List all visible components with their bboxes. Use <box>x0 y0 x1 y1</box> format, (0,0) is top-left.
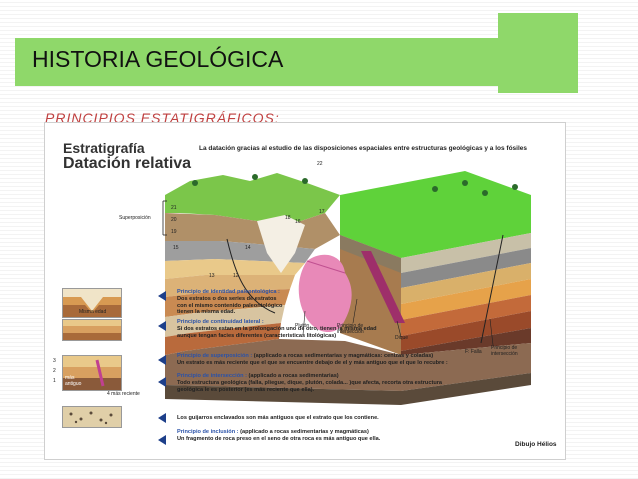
layer-number: 12 <box>233 273 239 279</box>
layer-number: 19 <box>171 229 177 235</box>
layer-number: 14 <box>245 245 251 251</box>
principle-inclusion: Principio de inclusión : (applicado a ro… <box>177 429 381 442</box>
layer-number: 16 <box>295 219 301 225</box>
layer-number: 22 <box>317 161 323 167</box>
principle-superposicion: Principio de superposición : (applicado … <box>177 353 448 366</box>
principle-guijarros: Los guijarros enclavados son más antiguo… <box>177 415 379 421</box>
label-layer-3: 3 <box>53 358 56 364</box>
geology-block-diagram <box>162 171 531 405</box>
principle-identidad: Principio de identidad paleontológica : … <box>177 289 283 316</box>
label-interseccion-b: Principio de intersección <box>491 345 518 357</box>
layer-number: 13 <box>209 273 215 279</box>
layer-number: 15 <box>173 245 179 251</box>
figure-heading-line2: Datación relativa <box>63 155 192 172</box>
arrow-icon <box>158 321 166 331</box>
layer-number: 17 <box>319 209 325 215</box>
label-antiguo: antiguo <box>65 381 82 387</box>
arrow-icon <box>158 291 166 301</box>
label-misma-edad: Misma edad <box>79 309 107 315</box>
figure-heading-line1: Estratigrafía <box>63 140 145 156</box>
label-falla: F: Falla <box>465 349 482 355</box>
label-superposicion: Superposición <box>119 215 151 221</box>
label-mas-reciente: 4 más reciente <box>107 391 140 397</box>
arrow-icon <box>158 377 166 387</box>
arrow-icon <box>158 413 166 423</box>
figure-credit: Dibujo Hélios <box>515 441 557 448</box>
arrow-icon <box>158 355 166 365</box>
principle-interseccion: Principio de intersección : (applicado a… <box>177 373 443 393</box>
principle-continuidad: Principio de continuidad lateral : Si do… <box>177 319 377 339</box>
arrow-icon <box>158 435 166 445</box>
label-layer-1: 1 <box>53 378 56 384</box>
icon-guijarros <box>62 406 122 428</box>
label-dique: Dique <box>395 335 409 341</box>
slide-title: HISTORIA GEOLÓGICA <box>32 46 284 72</box>
layer-number: 21 <box>171 205 177 211</box>
icon-continuidad-lateral <box>62 319 122 341</box>
figure-caption: La datación gracias al estudio de las di… <box>199 145 528 152</box>
layer-number: 18 <box>285 215 291 221</box>
label-layer-2: 2 <box>53 368 56 374</box>
stratigraphy-figure: Estratigrafía Datación relativa La datac… <box>44 122 566 460</box>
layer-number: 20 <box>171 217 177 223</box>
